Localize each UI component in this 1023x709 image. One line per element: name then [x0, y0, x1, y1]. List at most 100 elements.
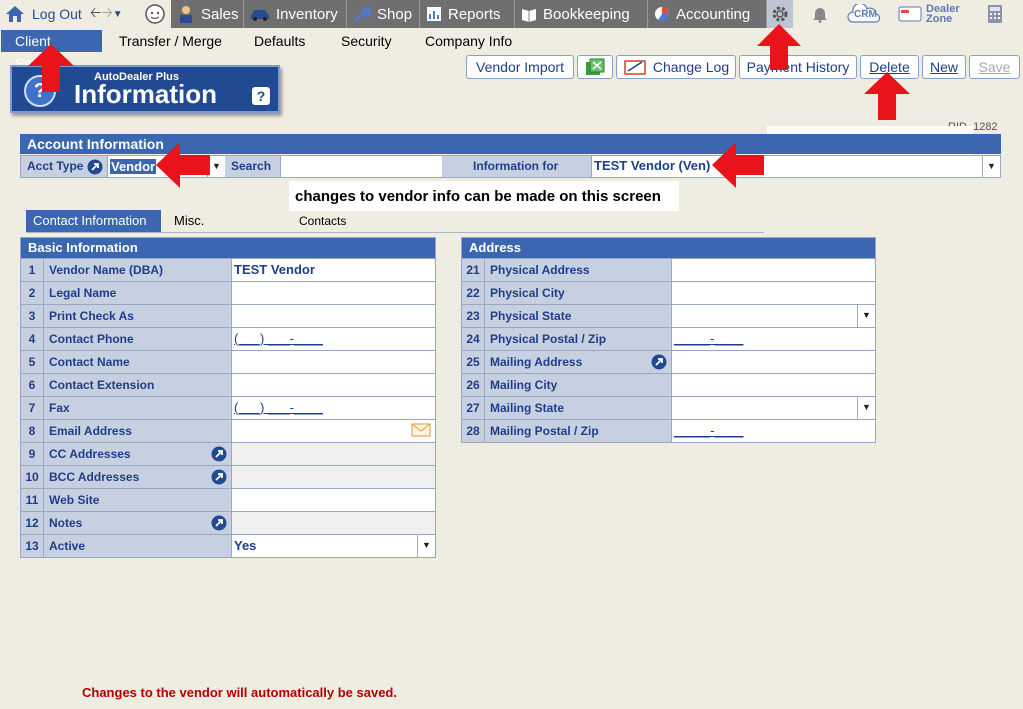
- vendor-import-button[interactable]: Vendor Import: [466, 55, 574, 79]
- chevron-down-icon[interactable]: ▼: [857, 305, 875, 327]
- contact-name-field[interactable]: [232, 351, 435, 373]
- nav-shop[interactable]: Shop: [347, 0, 420, 28]
- table-row: 9 CC Addresses: [21, 442, 435, 465]
- row-label: Legal Name: [44, 282, 232, 304]
- top-navigation: Log Out 🡠 🡢 ▼ Sales Inventory Shop Repor…: [0, 0, 1023, 28]
- cc-addresses-lookup-icon[interactable]: [211, 446, 227, 462]
- mailing-state-select[interactable]: ▼: [672, 397, 875, 419]
- chevron-down-icon[interactable]: ▼: [417, 535, 435, 557]
- tab-misc-information[interactable]: Misc. Information: [174, 210, 239, 250]
- auto-save-note: Changes to the vendor will automatically…: [82, 685, 397, 700]
- back-arrow-icon[interactable]: 🡠: [90, 2, 101, 26]
- chevron-down-icon[interactable]: ▼: [982, 156, 1000, 177]
- nav-accounting[interactable]: Accounting: [648, 0, 767, 28]
- subnav-security[interactable]: Security: [341, 30, 392, 52]
- row-number: 11: [21, 489, 44, 511]
- print-check-as-field[interactable]: [232, 305, 435, 327]
- row-label: Physical State: [485, 305, 672, 327]
- forward-arrow-icon[interactable]: 🡢: [101, 2, 112, 26]
- new-button[interactable]: New: [922, 55, 966, 79]
- nav-inventory-label: Inventory: [276, 5, 338, 23]
- acct-type-label: Acct Type: [27, 159, 84, 173]
- mailing-address-field[interactable]: [672, 351, 875, 373]
- info-for-value: TEST Vendor (Ven): [594, 158, 711, 173]
- acct-type-value: Vendor: [110, 159, 157, 174]
- contact-phone-field[interactable]: (___) ___-____: [232, 328, 435, 350]
- mailing-city-field[interactable]: [672, 374, 875, 396]
- nav-sales[interactable]: Sales: [171, 0, 244, 28]
- subnav-transfer-merge[interactable]: Transfer / Merge: [119, 30, 222, 52]
- nav-inventory[interactable]: Inventory: [244, 0, 347, 28]
- info-for-select[interactable]: TEST Vendor (Ven) ▼: [591, 156, 1000, 177]
- excel-export-button[interactable]: [577, 55, 613, 79]
- nav-sales-label: Sales: [201, 5, 239, 23]
- chevron-down-icon[interactable]: ▼: [857, 397, 875, 419]
- table-row: 28 Mailing Postal / Zip _____-____: [462, 419, 875, 442]
- crm-link[interactable]: CRM: [846, 0, 882, 28]
- row-label: Fax: [44, 397, 232, 419]
- table-row: 13 Active Yes ▼: [21, 534, 435, 557]
- envelope-icon[interactable]: [411, 423, 431, 437]
- help-icon[interactable]: ?: [252, 87, 270, 105]
- contact-extension-field[interactable]: [232, 374, 435, 396]
- row-number: 8: [21, 420, 44, 442]
- table-row: 6 Contact Extension: [21, 373, 435, 396]
- crm-label: CRM: [854, 9, 877, 20]
- row-number: 12: [21, 512, 44, 534]
- physical-zip-field[interactable]: _____-____: [672, 328, 875, 350]
- address-header: Address: [462, 238, 875, 258]
- vendor-name-field[interactable]: TEST Vendor: [232, 259, 435, 281]
- acct-type-lookup-icon[interactable]: [87, 159, 103, 175]
- bcc-addresses-label: BCC Addresses: [49, 470, 140, 484]
- legal-name-field[interactable]: [232, 282, 435, 304]
- table-row: 21 Physical Address: [462, 258, 875, 281]
- bcc-addresses-lookup-icon[interactable]: [211, 469, 227, 485]
- search-input[interactable]: [280, 156, 442, 177]
- fax-field[interactable]: (___) ___-____: [232, 397, 435, 419]
- row-label: Mailing Address: [485, 351, 672, 373]
- nav-reports[interactable]: Reports: [420, 0, 515, 28]
- change-log-button[interactable]: Change Log: [616, 55, 736, 79]
- email-address-field[interactable]: [232, 420, 435, 442]
- table-row: 22 Physical City: [462, 281, 875, 304]
- row-number: 2: [21, 282, 44, 304]
- subnav-company-info[interactable]: Company Info: [425, 30, 512, 52]
- active-select[interactable]: Yes ▼: [232, 535, 435, 557]
- row-label: Email Address: [44, 420, 232, 442]
- change-log-icon: [624, 60, 646, 75]
- notification-bell-icon[interactable]: [808, 0, 832, 28]
- address-grid: Address 21 Physical Address 22 Physical …: [461, 237, 876, 443]
- row-number: 25: [462, 351, 485, 373]
- subnav-defaults[interactable]: Defaults: [254, 30, 305, 52]
- logout-link[interactable]: Log Out: [4, 0, 88, 28]
- physical-address-field[interactable]: [672, 259, 875, 281]
- calculator-icon[interactable]: [984, 0, 1006, 28]
- nav-bookkeeping[interactable]: Bookkeeping: [515, 0, 648, 28]
- tab-contact-information[interactable]: Contact Information: [26, 210, 161, 232]
- physical-city-field[interactable]: [672, 282, 875, 304]
- copy-address-icon[interactable]: [651, 354, 667, 370]
- tab-contacts[interactable]: Contacts: [299, 210, 346, 232]
- chevron-down-icon[interactable]: ▼: [113, 9, 123, 20]
- info-for-label: Information for: [473, 159, 559, 173]
- mailing-address-label: Mailing Address: [490, 355, 583, 369]
- physical-state-select[interactable]: ▼: [672, 305, 875, 327]
- dealer-zone-link[interactable]: Dealer Zone: [898, 0, 968, 28]
- table-row: 3 Print Check As: [21, 304, 435, 327]
- save-button[interactable]: Save: [969, 55, 1020, 79]
- table-row: 2 Legal Name: [21, 281, 435, 304]
- report-icon: [427, 7, 441, 21]
- user-avatar-icon[interactable]: [144, 0, 168, 28]
- cc-addresses-field: [232, 443, 435, 465]
- dealer-line2: Zone: [926, 13, 953, 25]
- table-row: 25 Mailing Address: [462, 350, 875, 373]
- row-number: 9: [21, 443, 44, 465]
- web-site-field[interactable]: [232, 489, 435, 511]
- nav-shop-label: Shop: [377, 5, 413, 23]
- notes-lookup-icon[interactable]: [211, 515, 227, 531]
- row-number: 5: [21, 351, 44, 373]
- mailing-zip-field[interactable]: _____-____: [672, 420, 875, 442]
- row-number: 28: [462, 420, 485, 442]
- spreadsheet-icon: [586, 58, 605, 75]
- row-number: 22: [462, 282, 485, 304]
